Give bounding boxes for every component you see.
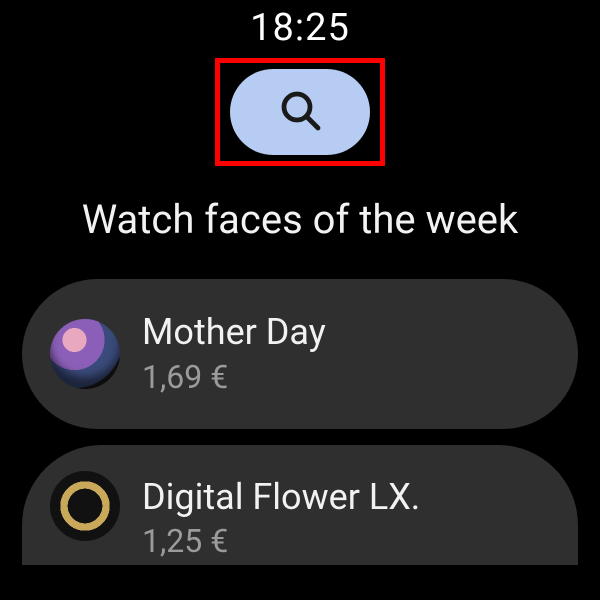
list-item-text: Mother Day 1,69 € — [142, 312, 326, 395]
search-highlight-annotation — [215, 58, 385, 166]
list-item-title: Mother Day — [142, 312, 326, 353]
search-button[interactable] — [230, 69, 370, 155]
search-icon — [276, 86, 324, 138]
list-item-price: 1,69 € — [142, 358, 326, 396]
list-item[interactable]: Mother Day 1,69 € — [22, 279, 578, 429]
list-item-text: Digital Flower LX. 1,25 € — [142, 477, 420, 560]
watch-face-thumbnail-icon — [50, 471, 120, 541]
list-item-price: 1,25 € — [142, 522, 420, 560]
watch-face-list: Mother Day 1,69 € Digital Flower LX. 1,2… — [0, 279, 600, 565]
list-item[interactable]: Digital Flower LX. 1,25 € — [22, 445, 578, 565]
section-heading: Watch faces of the week — [0, 196, 600, 243]
list-item-title: Digital Flower LX. — [142, 477, 420, 518]
status-time: 18:25 — [0, 0, 600, 50]
watch-face-thumbnail-icon — [50, 319, 120, 389]
